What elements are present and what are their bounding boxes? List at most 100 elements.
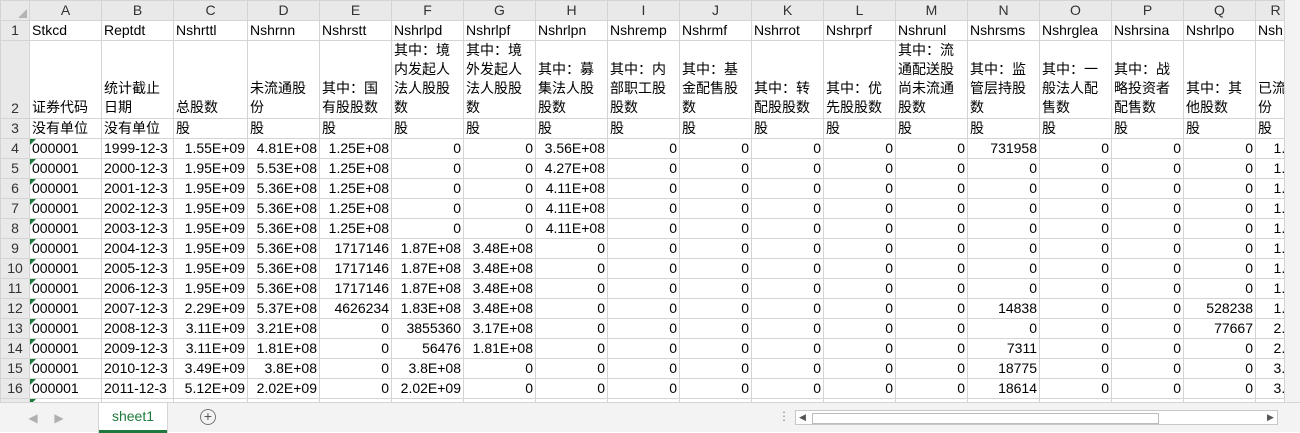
- cell[interactable]: 0: [1039, 298, 1112, 319]
- cell[interactable]: 0: [1039, 198, 1112, 219]
- cell[interactable]: 0: [895, 378, 968, 399]
- cell[interactable]: 0: [751, 138, 824, 159]
- cell[interactable]: 14838: [967, 298, 1040, 319]
- cell[interactable]: 0: [967, 278, 1040, 299]
- cell[interactable]: 18775: [967, 358, 1040, 379]
- cell[interactable]: 5.36E+08: [247, 178, 320, 199]
- cell[interactable]: Nshrsina: [1111, 20, 1184, 41]
- cell[interactable]: 股: [607, 118, 680, 139]
- cell[interactable]: 0: [463, 138, 536, 159]
- row-header[interactable]: 4: [0, 138, 30, 159]
- cell[interactable]: 1.25E+08: [319, 138, 392, 159]
- cell[interactable]: 0: [1039, 278, 1112, 299]
- cell[interactable]: 000001: [29, 218, 102, 239]
- cell[interactable]: 000001: [29, 238, 102, 259]
- cell[interactable]: 0: [607, 278, 680, 299]
- horizontal-scrollbar[interactable]: ◀ ▶: [795, 410, 1278, 425]
- cell[interactable]: 股: [967, 118, 1040, 139]
- cell[interactable]: 0: [1111, 258, 1184, 279]
- cell[interactable]: 0: [607, 158, 680, 179]
- cell[interactable]: 1.95E+09: [173, 238, 248, 259]
- cell[interactable]: 0: [679, 178, 752, 199]
- cell[interactable]: 18614: [967, 378, 1040, 399]
- row-header[interactable]: 13: [0, 318, 30, 339]
- cell[interactable]: 0: [823, 238, 896, 259]
- cell[interactable]: 0: [607, 198, 680, 219]
- cell[interactable]: 0: [823, 178, 896, 199]
- cell[interactable]: 0: [607, 298, 680, 319]
- cell[interactable]: 0: [1039, 178, 1112, 199]
- cell[interactable]: 3.11E+09: [173, 318, 248, 339]
- cell[interactable]: 000001: [29, 298, 102, 319]
- cell[interactable]: 0: [1183, 258, 1256, 279]
- cell[interactable]: 1.95E+09: [173, 198, 248, 219]
- cell[interactable]: Stkcd: [29, 20, 102, 41]
- row-header[interactable]: 11: [0, 278, 30, 299]
- cell[interactable]: 股: [173, 118, 248, 139]
- cell[interactable]: 1717146: [319, 238, 392, 259]
- cell[interactable]: 1717146: [319, 278, 392, 299]
- cell[interactable]: 0: [1183, 198, 1256, 219]
- cell[interactable]: 2009-12-3: [101, 338, 174, 359]
- cell[interactable]: 0: [607, 178, 680, 199]
- cell[interactable]: 000001: [29, 178, 102, 199]
- cell[interactable]: 1.95E+09: [173, 258, 248, 279]
- cell[interactable]: 0: [823, 358, 896, 379]
- cell[interactable]: 528238: [1183, 298, 1256, 319]
- cell[interactable]: 1.87E+08: [391, 258, 464, 279]
- cell[interactable]: 1717146: [319, 258, 392, 279]
- cell[interactable]: 0: [607, 318, 680, 339]
- cell[interactable]: 2010-12-3: [101, 358, 174, 379]
- cell[interactable]: Nshrnn: [247, 20, 320, 41]
- cell[interactable]: 0: [679, 278, 752, 299]
- row-header[interactable]: 7: [0, 198, 30, 219]
- cell[interactable]: 3.8E+08: [391, 358, 464, 379]
- cell[interactable]: 1.87E+08: [391, 278, 464, 299]
- cell[interactable]: 0: [607, 218, 680, 239]
- cell[interactable]: 其中：战略投资者配售数: [1111, 40, 1184, 119]
- cell[interactable]: 2.29E+09: [173, 298, 248, 319]
- sheet-nav-prev-icon[interactable]: ◀: [26, 411, 40, 425]
- cell[interactable]: 0: [391, 138, 464, 159]
- column-header[interactable]: N: [967, 0, 1040, 21]
- cell[interactable]: 3.17E+08: [463, 318, 536, 339]
- cell[interactable]: 0: [895, 178, 968, 199]
- cell[interactable]: 0: [895, 278, 968, 299]
- cell[interactable]: 0: [1183, 218, 1256, 239]
- cell[interactable]: 56476: [391, 338, 464, 359]
- cell[interactable]: 2008-12-3: [101, 318, 174, 339]
- cell[interactable]: 0: [535, 338, 608, 359]
- cell[interactable]: 0: [607, 138, 680, 159]
- cell[interactable]: 股: [823, 118, 896, 139]
- vertical-scrollbar[interactable]: [1284, 0, 1300, 402]
- row-header[interactable]: 8: [0, 218, 30, 239]
- column-header[interactable]: K: [751, 0, 824, 21]
- cell[interactable]: 0: [535, 378, 608, 399]
- cell[interactable]: 0: [1111, 278, 1184, 299]
- cell[interactable]: 1.87E+08: [391, 238, 464, 259]
- cell[interactable]: Nshrlpf: [463, 20, 536, 41]
- cell[interactable]: 其中：流通配送股尚未流通股数: [895, 40, 968, 119]
- cell[interactable]: 0: [751, 318, 824, 339]
- cell[interactable]: 0: [1039, 318, 1112, 339]
- cell[interactable]: 5.36E+08: [247, 258, 320, 279]
- cell[interactable]: 0: [1111, 138, 1184, 159]
- cell[interactable]: 0: [895, 158, 968, 179]
- cell[interactable]: 0: [895, 258, 968, 279]
- cell[interactable]: 0: [967, 218, 1040, 239]
- cell[interactable]: 3.49E+09: [173, 358, 248, 379]
- cell[interactable]: 0: [751, 178, 824, 199]
- cell[interactable]: 0: [679, 318, 752, 339]
- sheet-nav-next-icon[interactable]: ▶: [52, 411, 66, 425]
- cell[interactable]: 3.48E+08: [463, 258, 536, 279]
- cell[interactable]: 000001: [29, 158, 102, 179]
- cell[interactable]: 0: [967, 318, 1040, 339]
- cell[interactable]: 0: [1111, 238, 1184, 259]
- cell[interactable]: 0: [391, 198, 464, 219]
- cell[interactable]: Nshrlpo: [1183, 20, 1256, 41]
- cell[interactable]: 0: [967, 158, 1040, 179]
- cell[interactable]: 000001: [29, 378, 102, 399]
- cell[interactable]: 0: [1039, 258, 1112, 279]
- cell[interactable]: 0: [1183, 338, 1256, 359]
- row-header[interactable]: 16: [0, 378, 30, 399]
